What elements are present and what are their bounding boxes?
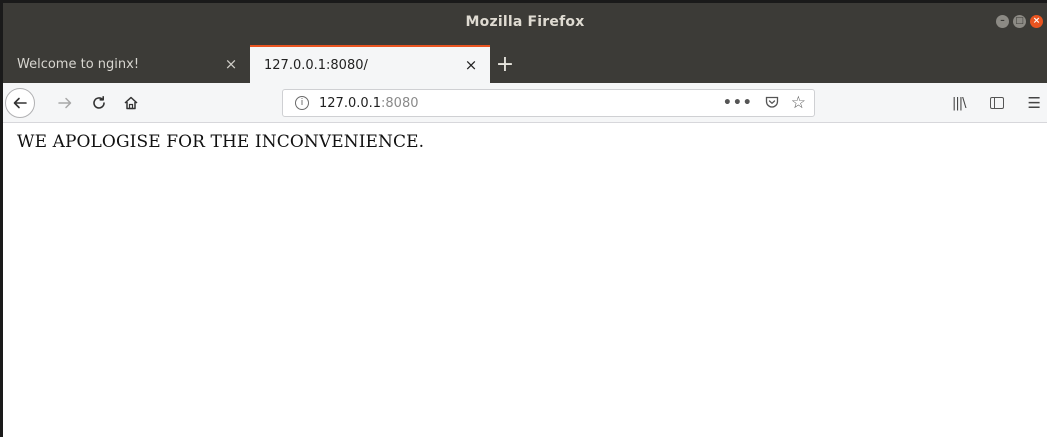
tab-close-icon[interactable]: × <box>222 55 240 73</box>
menu-icon[interactable]: ☰ <box>1028 94 1041 112</box>
tab-close-icon[interactable]: × <box>462 56 480 74</box>
tab-label: 127.0.0.1:8080/ <box>264 57 368 73</box>
maximize-button[interactable]: □ <box>1013 15 1026 28</box>
tab-localhost-8080[interactable]: 127.0.0.1:8080/ × <box>250 45 490 83</box>
pocket-icon[interactable] <box>765 94 779 113</box>
browser-window: Mozilla Firefox – □ × Welcome to nginx! … <box>0 0 1047 437</box>
window-controls: – □ × <box>996 15 1043 28</box>
url-text[interactable]: 127.0.0.1:8080 <box>319 96 419 111</box>
page-actions: ••• ☆ <box>723 90 806 116</box>
bookmark-star-icon[interactable]: ☆ <box>791 93 806 113</box>
sidebar-icon[interactable] <box>989 97 1004 109</box>
tab-welcome-nginx[interactable]: Welcome to nginx! × <box>3 45 250 83</box>
minimize-button[interactable]: – <box>996 15 1009 28</box>
window-close-button[interactable]: × <box>1030 15 1043 28</box>
url-bar[interactable]: i 127.0.0.1:8080 ••• ☆ <box>282 89 815 117</box>
home-icon[interactable] <box>121 93 141 113</box>
toolbar-right: |||\ ☰ <box>952 83 1041 123</box>
title-bar: Mozilla Firefox – □ × <box>3 3 1047 41</box>
page-actions-menu[interactable]: ••• <box>723 95 753 111</box>
tab-strip: Welcome to nginx! × 127.0.0.1:8080/ × + <box>3 41 1047 83</box>
reload-icon[interactable] <box>89 93 109 113</box>
url-port: :8080 <box>381 95 419 111</box>
tab-label: Welcome to nginx! <box>17 56 140 72</box>
url-host: 127.0.0.1 <box>319 95 382 111</box>
window-title: Mozilla Firefox <box>465 14 585 30</box>
navigation-toolbar: i 127.0.0.1:8080 ••• ☆ |||\ ☰ <box>3 83 1047 123</box>
library-icon[interactable]: |||\ <box>952 96 966 111</box>
forward-icon[interactable] <box>55 93 75 113</box>
new-tab-icon[interactable]: + <box>490 45 520 83</box>
info-icon[interactable]: i <box>295 96 309 110</box>
page-content: WE APOLOGISE FOR THE INCONVENIENCE. <box>3 123 1047 152</box>
back-icon[interactable] <box>5 87 35 118</box>
page-message: WE APOLOGISE FOR THE INCONVENIENCE. <box>17 132 425 152</box>
